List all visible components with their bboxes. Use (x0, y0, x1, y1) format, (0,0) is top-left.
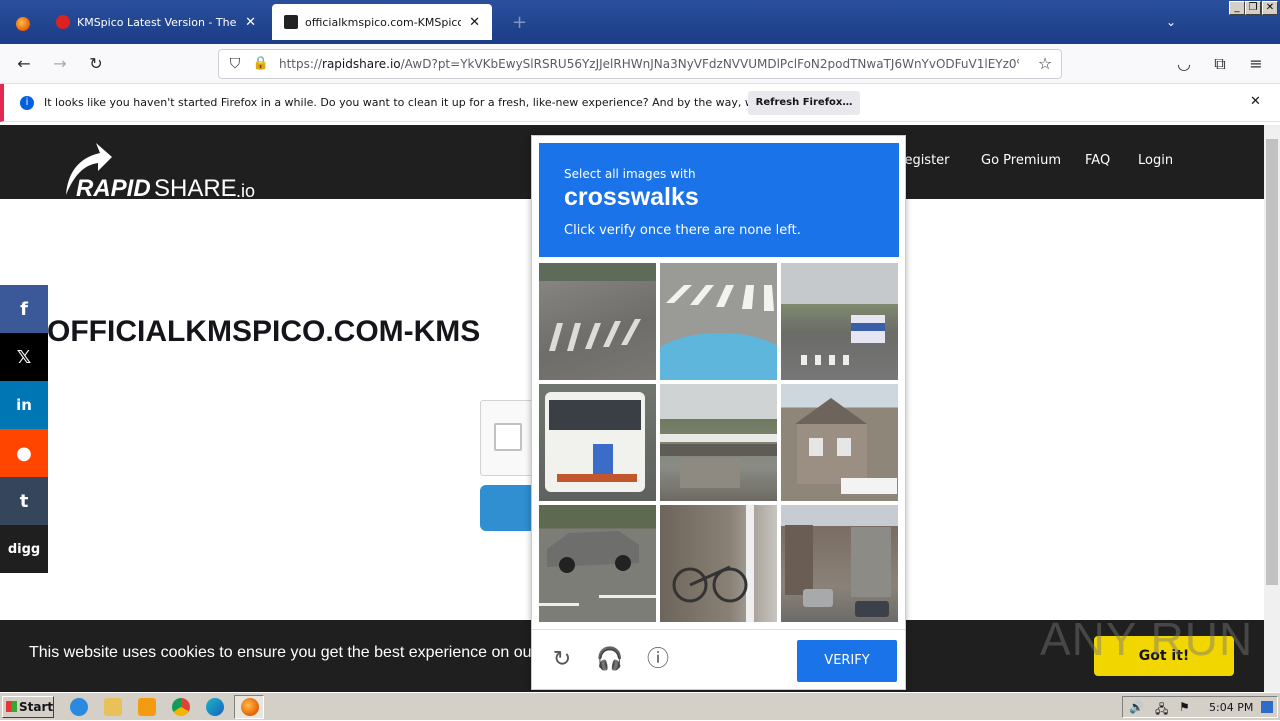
rapidshare-favicon-icon (284, 15, 298, 29)
image-tile[interactable] (539, 263, 656, 380)
social-share-bar: f 𝕏 in ● t digg (0, 285, 48, 573)
tab-kmspico[interactable]: KMSpico Latest Version - The OFFICIA ✕ (44, 2, 268, 42)
challenge-hint: Click verify once there are none left. (564, 223, 801, 238)
facebook-icon[interactable]: f (0, 285, 48, 333)
back-icon[interactable]: ← (14, 54, 34, 74)
anyrun-watermark: ANY RUN (1040, 613, 1254, 665)
image-tile[interactable] (660, 505, 777, 622)
restore-icon[interactable]: ❐ (1245, 1, 1261, 15)
notification-bar: i It looks like you haven't started Fire… (0, 84, 1280, 122)
linkedin-icon[interactable]: in (0, 381, 48, 429)
scrollbar-thumb[interactable] (1266, 139, 1278, 585)
extensions-icon[interactable]: ⧉ (1210, 54, 1230, 74)
forward-icon[interactable]: → (50, 54, 70, 74)
show-desktop-icon[interactable] (1261, 701, 1273, 713)
pocket-icon[interactable]: ◡ (1174, 54, 1194, 74)
bookmark-star-icon[interactable]: ☆ (1035, 54, 1055, 74)
firefox-icon (241, 698, 259, 716)
tumblr-icon[interactable]: t (0, 477, 48, 525)
challenge-target: crosswalks (564, 183, 699, 211)
file-title: OFFICIALKMSPICO.COM-KMS (47, 315, 481, 348)
recaptcha-checkbox[interactable] (494, 423, 522, 451)
firefox-menu-icon[interactable] (4, 4, 38, 44)
ie-icon[interactable] (70, 698, 88, 716)
start-button[interactable]: Start (2, 696, 54, 718)
edge-icon[interactable] (206, 698, 224, 716)
image-tile[interactable] (539, 384, 656, 501)
x-twitter-icon[interactable]: 𝕏 (0, 333, 48, 381)
close-tab-icon[interactable]: ✕ (469, 15, 480, 30)
nav-login[interactable]: Login (1138, 153, 1173, 168)
reload-icon[interactable]: ↻ (86, 54, 106, 74)
challenge-footer: ↻ 🎧 ⓘ VERIFY (532, 629, 905, 689)
new-tab-icon[interactable]: + (500, 2, 530, 42)
lock-icon[interactable]: 🔒 (251, 54, 271, 74)
verify-button[interactable]: VERIFY (797, 640, 897, 682)
image-tile[interactable] (539, 505, 656, 622)
image-tile[interactable] (660, 263, 777, 380)
tab-rapidshare[interactable]: officialkmspico.com-KMSpico_setup ✕ (272, 4, 492, 40)
logo-suffix: .io (236, 181, 256, 201)
volume-icon[interactable]: 🔊 (1129, 700, 1144, 714)
recaptcha-challenge: Select all images with crosswalks Click … (531, 135, 906, 690)
url-text: https://rapidshare.io/AwD?pt=YkVKbEwySlR… (279, 57, 1019, 71)
refresh-firefox-button[interactable]: Refresh Firefox… (748, 91, 860, 115)
windows-logo-icon (6, 701, 17, 712)
logo-text-bold: RAPID (76, 175, 151, 202)
explorer-icon[interactable] (104, 698, 122, 716)
url-bar[interactable]: ⛉ 🔒 https://rapidshare.io/AwD?pt=YkVKbEw… (218, 49, 1062, 79)
taskbar: Start 🔊 🖧 ⚑ 5:04 PM (0, 692, 1280, 720)
image-tile[interactable] (781, 384, 898, 501)
close-window-icon[interactable]: ✕ (1262, 1, 1278, 15)
flag-icon[interactable]: ⚑ (1179, 700, 1190, 714)
image-tile[interactable] (660, 384, 777, 501)
shield-icon[interactable]: ⛉ (225, 54, 245, 74)
network-icon[interactable]: 🖧 (1155, 700, 1168, 721)
digg-icon[interactable]: digg (0, 525, 48, 573)
logo-text-light: SHARE (154, 175, 237, 202)
image-tile[interactable] (781, 505, 898, 622)
system-tray: 🔊 🖧 ⚑ 5:04 PM (1122, 696, 1278, 718)
minimize-icon[interactable]: _ (1229, 1, 1245, 15)
list-tabs-icon[interactable]: ⌄ (1154, 2, 1180, 42)
taskbar-firefox-button[interactable] (234, 695, 264, 719)
info-icon: i (20, 96, 34, 110)
notification-text: It looks like you haven't started Firefo… (44, 96, 828, 109)
tab-strip: KMSpico Latest Version - The OFFICIA ✕ o… (0, 0, 1280, 44)
kmspico-favicon-icon (56, 15, 70, 29)
audio-challenge-icon[interactable]: 🎧 (596, 646, 624, 674)
close-notification-icon[interactable]: ✕ (1250, 94, 1261, 109)
challenge-header: Select all images with crosswalks Click … (539, 143, 899, 257)
close-tab-icon[interactable]: ✕ (245, 15, 256, 30)
clock: 5:04 PM (1209, 701, 1254, 714)
nav-go-premium[interactable]: Go Premium (981, 153, 1061, 168)
reddit-icon[interactable]: ● (0, 429, 48, 477)
image-tile[interactable] (781, 263, 898, 380)
tab-title: KMSpico Latest Version - The OFFICIA (77, 15, 237, 29)
tab-title: officialkmspico.com-KMSpico_setup (305, 15, 462, 29)
media-player-icon[interactable] (138, 698, 156, 716)
reload-challenge-icon[interactable]: ↻ (548, 646, 576, 674)
chrome-icon[interactable] (172, 698, 190, 716)
challenge-instruction: Select all images with (564, 167, 696, 181)
start-label: Start (19, 700, 54, 714)
app-menu-icon[interactable]: ≡ (1246, 54, 1266, 74)
nav-faq[interactable]: FAQ (1085, 153, 1110, 168)
navigation-toolbar: ← → ↻ ⛉ 🔒 https://rapidshare.io/AwD?pt=Y… (0, 44, 1280, 84)
info-icon[interactable]: ⓘ (644, 646, 672, 674)
page-scrollbar[interactable] (1264, 125, 1280, 692)
cookie-text: This website uses cookies to ensure you … (29, 644, 553, 661)
